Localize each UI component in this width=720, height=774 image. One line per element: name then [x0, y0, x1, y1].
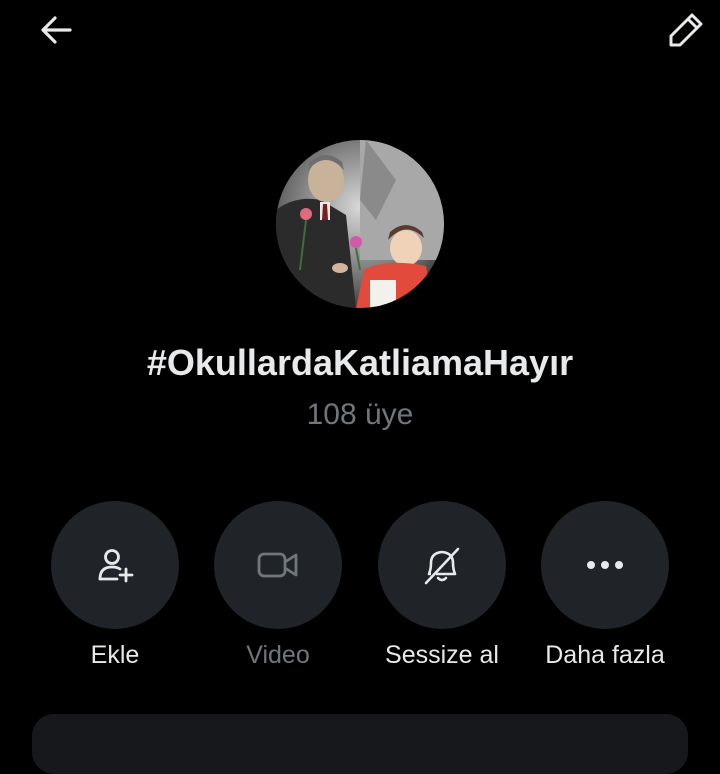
add-user-icon	[98, 549, 134, 583]
arrow-left-icon	[41, 16, 72, 44]
mute-label: Sessize al	[385, 641, 499, 669]
bell-off-icon	[424, 547, 460, 585]
more-button[interactable]	[541, 501, 669, 629]
back-button[interactable]	[32, 6, 80, 54]
add-member-action[interactable]: Ekle	[33, 501, 197, 670]
video-button[interactable]	[214, 501, 342, 629]
more-icon	[587, 561, 623, 569]
pencil-icon	[669, 13, 703, 47]
info-card[interactable]	[32, 714, 688, 774]
more-action[interactable]: Daha fazla	[523, 501, 687, 670]
member-count[interactable]: 108 üye	[0, 398, 720, 432]
group-avatar-photo	[276, 140, 444, 308]
mute-action[interactable]: Sessize al	[360, 501, 524, 670]
video-label: Video	[246, 641, 310, 669]
video-action[interactable]: Video	[196, 501, 360, 670]
more-label: Daha fazla	[545, 641, 665, 669]
group-avatar[interactable]	[276, 140, 444, 308]
video-icon	[257, 552, 298, 578]
group-title: #OkullardaKatliamaHayır	[146, 342, 574, 383]
edit-button[interactable]	[662, 6, 710, 54]
mute-button[interactable]	[378, 501, 506, 629]
add-member-button[interactable]	[51, 501, 179, 629]
add-member-label: Ekle	[90, 641, 140, 669]
